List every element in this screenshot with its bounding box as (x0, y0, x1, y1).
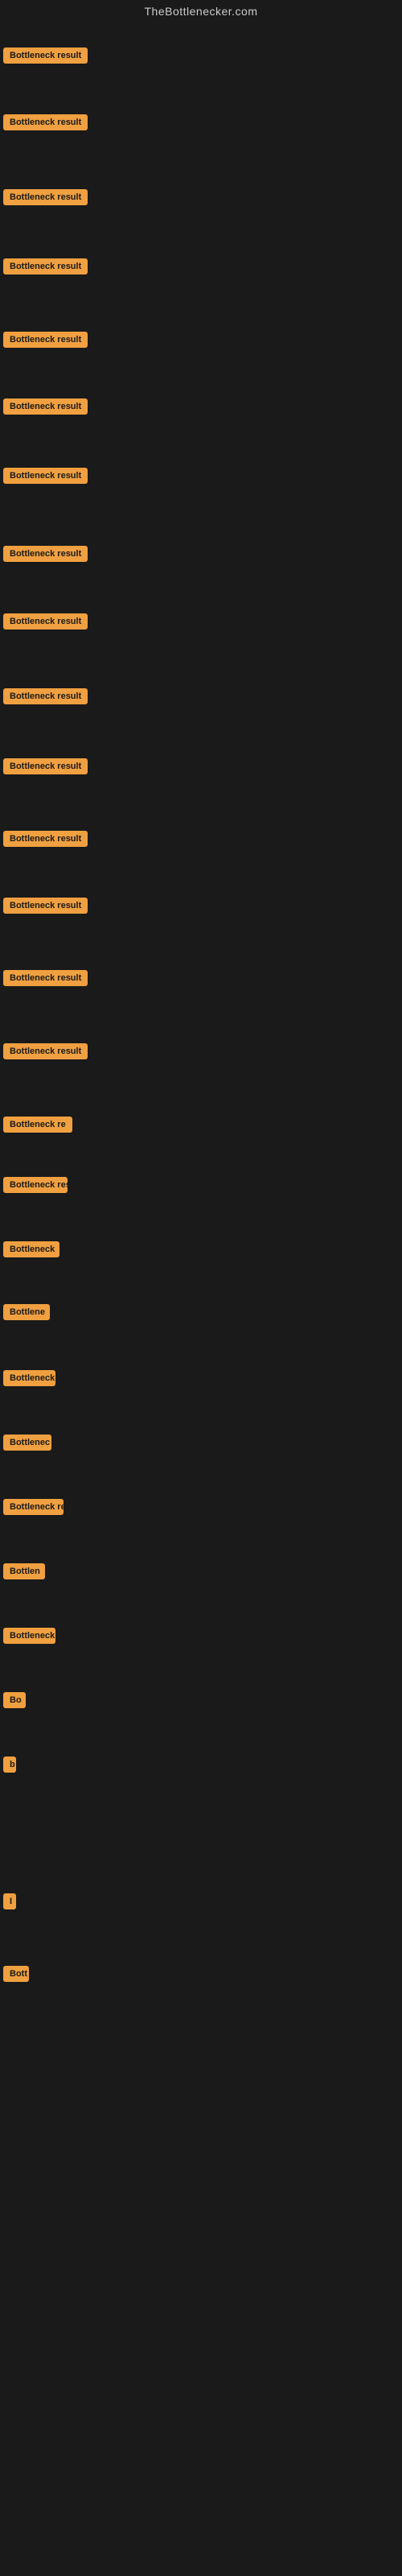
bottleneck-badge-18: Bottlene (3, 1304, 50, 1320)
bottleneck-badge-1: Bottleneck result (3, 114, 88, 130)
bottleneck-badge-5: Bottleneck result (3, 398, 88, 415)
bottleneck-badge-2: Bottleneck result (3, 189, 88, 205)
bottleneck-badge-6: Bottleneck result (3, 468, 88, 484)
bottleneck-badge-3: Bottleneck result (3, 258, 88, 275)
site-title: TheBottlenecker.com (0, 0, 402, 26)
bottleneck-badge-24: Bo (3, 1692, 26, 1708)
bottleneck-badge-25: b (3, 1757, 16, 1773)
bottleneck-badge-16: Bottleneck resul (3, 1177, 68, 1193)
bottleneck-badge-27: I (3, 1893, 16, 1909)
site-header: TheBottlenecker.com (0, 0, 402, 26)
bottleneck-badge-28: Bott (3, 1966, 29, 1982)
bottleneck-badge-11: Bottleneck result (3, 831, 88, 847)
bottleneck-badge-9: Bottleneck result (3, 688, 88, 704)
bottleneck-badge-20: Bottlenec (3, 1435, 51, 1451)
bottleneck-badge-22: Bottlen (3, 1563, 45, 1579)
bottleneck-badge-19: Bottleneck r (3, 1370, 55, 1386)
bottleneck-badge-7: Bottleneck result (3, 546, 88, 562)
bottleneck-badge-23: Bottleneck (3, 1628, 55, 1644)
bottleneck-badge-10: Bottleneck result (3, 758, 88, 774)
bottleneck-badge-8: Bottleneck result (3, 613, 88, 630)
bottleneck-badge-15: Bottleneck re (3, 1117, 72, 1133)
bottleneck-badge-0: Bottleneck result (3, 47, 88, 64)
bottleneck-badge-17: Bottleneck (3, 1241, 59, 1257)
bottleneck-badge-12: Bottleneck result (3, 898, 88, 914)
bottleneck-badge-13: Bottleneck result (3, 970, 88, 986)
bottleneck-badge-4: Bottleneck result (3, 332, 88, 348)
bottleneck-badge-21: Bottleneck re (3, 1499, 64, 1515)
bottleneck-badge-14: Bottleneck result (3, 1043, 88, 1059)
